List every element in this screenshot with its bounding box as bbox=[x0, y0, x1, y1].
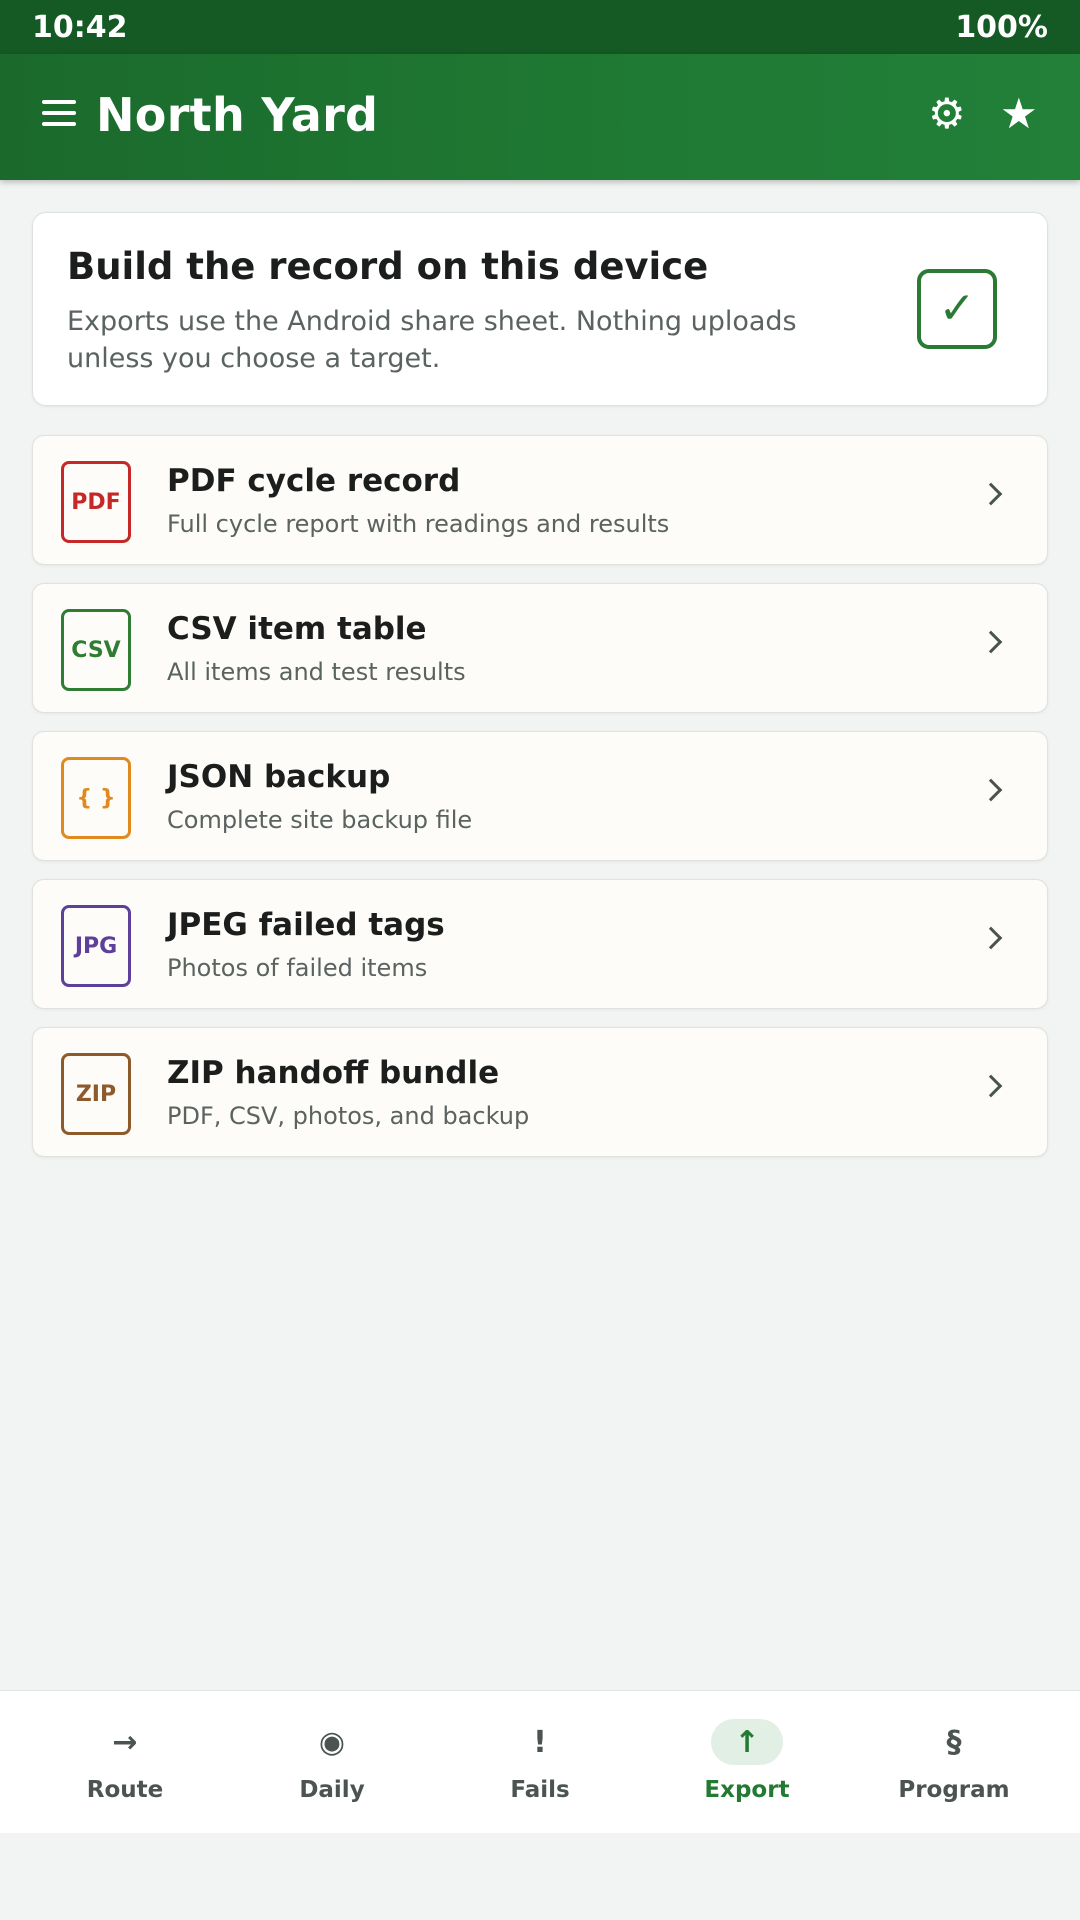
export-item-jpeg[interactable]: JPG JPEG failed tags Photos of failed it… bbox=[32, 879, 1048, 1009]
nav-fails[interactable]: ! Fails bbox=[460, 1691, 620, 1834]
status-bar: 10:42 100% bbox=[0, 0, 1080, 54]
section-icon: § bbox=[946, 1724, 962, 1760]
nav-daily[interactable]: ◉ Daily bbox=[252, 1691, 412, 1834]
chevron-right-icon bbox=[979, 482, 1003, 506]
arrow-up-icon: ↑ bbox=[711, 1719, 783, 1765]
exclamation-icon: ! bbox=[533, 1724, 547, 1760]
csv-file-icon: CSV bbox=[61, 609, 131, 691]
export-item-csv[interactable]: CSV CSV item table All items and test re… bbox=[32, 583, 1048, 713]
export-item-title: JSON backup bbox=[167, 759, 391, 795]
nav-label: Fails bbox=[510, 1777, 570, 1803]
export-item-zip[interactable]: ZIP ZIP handoff bundle PDF, CSV, photos,… bbox=[32, 1027, 1048, 1157]
status-time: 10:42 bbox=[32, 9, 128, 45]
export-item-subtitle: All items and test results bbox=[167, 658, 466, 686]
export-item-pdf[interactable]: PDF PDF cycle record Full cycle report w… bbox=[32, 435, 1048, 565]
menu-icon[interactable] bbox=[42, 96, 76, 130]
nav-label: Program bbox=[898, 1777, 1010, 1803]
export-item-subtitle: Photos of failed items bbox=[167, 954, 428, 982]
intro-text: Exports use the Android share sheet. Not… bbox=[67, 306, 797, 374]
json-file-icon: { } bbox=[61, 757, 131, 839]
app-bar: North Yard ⚙ ★ bbox=[0, 54, 1080, 180]
chevron-right-icon bbox=[979, 926, 1003, 950]
export-item-title: JPEG failed tags bbox=[167, 907, 445, 943]
page-title: North Yard bbox=[96, 88, 379, 142]
export-item-json[interactable]: { } JSON backup Complete site backup fil… bbox=[32, 731, 1048, 861]
jpeg-file-icon: JPG bbox=[61, 905, 131, 987]
radio-dot-icon: ◉ bbox=[318, 1724, 346, 1760]
export-item-title: CSV item table bbox=[167, 611, 427, 647]
nav-label: Export bbox=[704, 1777, 790, 1803]
chevron-right-icon bbox=[979, 778, 1003, 802]
export-item-title: PDF cycle record bbox=[167, 463, 461, 499]
checkmark-icon: ✓ bbox=[917, 269, 997, 349]
intro-title: Build the record on this device bbox=[67, 245, 709, 288]
export-item-subtitle: Full cycle report with readings and resu… bbox=[167, 510, 670, 538]
star-icon[interactable]: ★ bbox=[1000, 92, 1038, 136]
arrow-right-icon: → bbox=[112, 1724, 138, 1760]
chevron-right-icon bbox=[979, 630, 1003, 654]
battery-level: 100% bbox=[955, 9, 1048, 45]
intro-card: Build the record on this device Exports … bbox=[32, 212, 1048, 406]
gear-icon[interactable]: ⚙ bbox=[928, 92, 966, 136]
export-item-subtitle: PDF, CSV, photos, and backup bbox=[167, 1102, 530, 1130]
nav-route[interactable]: → Route bbox=[45, 1691, 205, 1834]
nav-program[interactable]: § Program bbox=[874, 1691, 1034, 1834]
chevron-right-icon bbox=[979, 1074, 1003, 1098]
nav-label: Route bbox=[86, 1777, 164, 1803]
nav-label: Daily bbox=[299, 1777, 365, 1803]
pdf-file-icon: PDF bbox=[61, 461, 131, 543]
bottom-nav: → Route ◉ Daily ! Fails ↑ Export § Progr… bbox=[0, 1690, 1080, 1833]
zip-file-icon: ZIP bbox=[61, 1053, 131, 1135]
nav-export[interactable]: ↑ Export bbox=[667, 1691, 827, 1834]
export-item-subtitle: Complete site backup file bbox=[167, 806, 473, 834]
export-item-title: ZIP handoff bundle bbox=[167, 1055, 500, 1091]
